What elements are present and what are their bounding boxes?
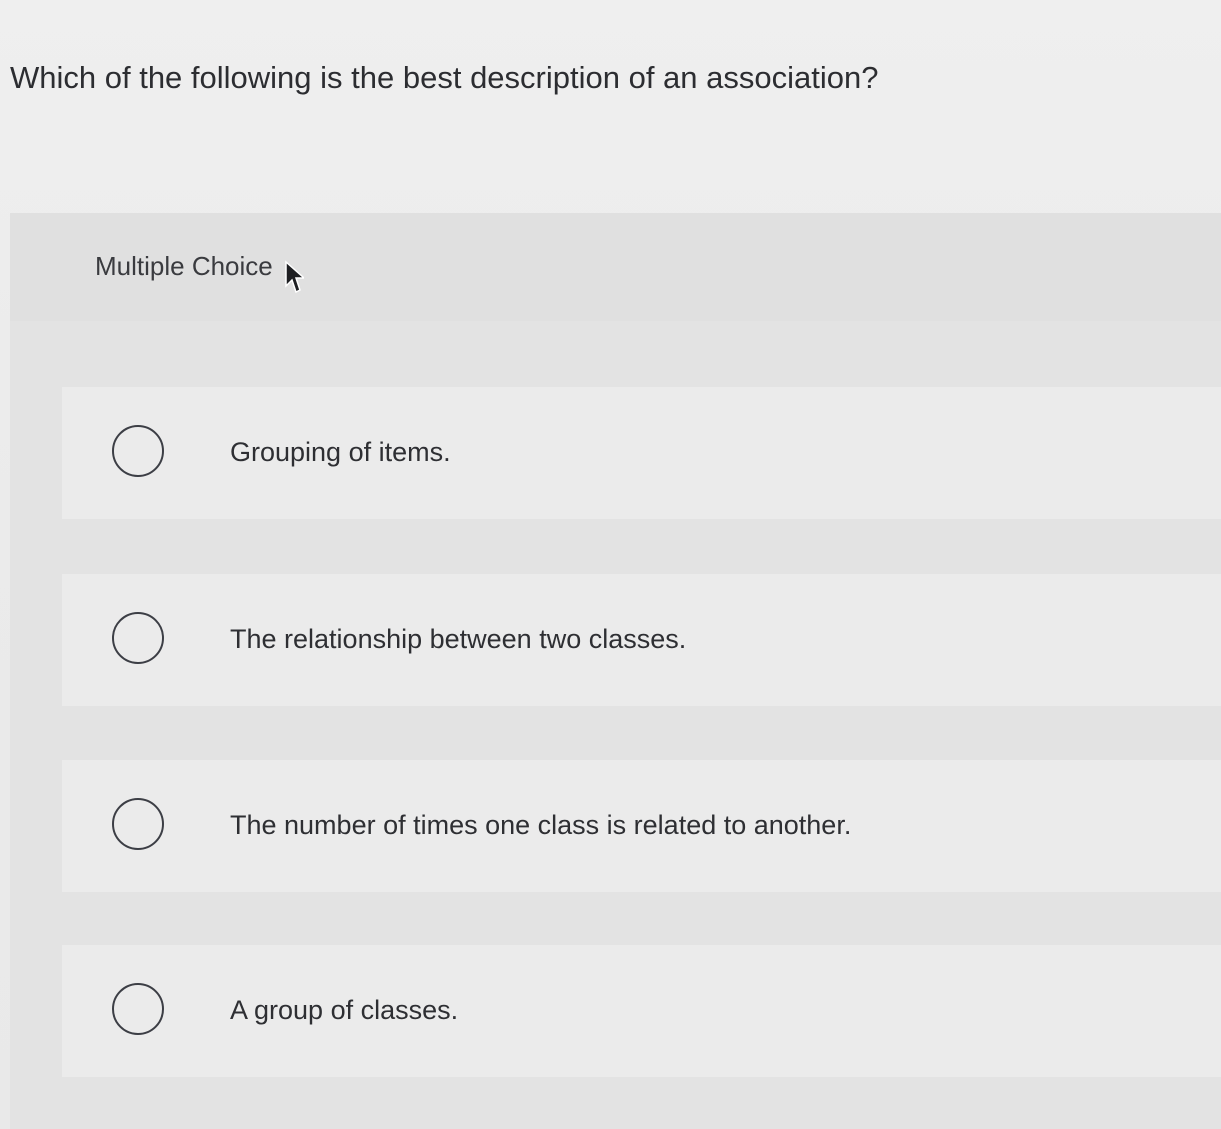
answer-option-4[interactable]: A group of classes.: [62, 945, 1221, 1077]
panel-header: Multiple Choice: [10, 213, 1221, 321]
multiple-choice-panel: Multiple Choice Grouping of items. The r…: [10, 213, 1221, 1129]
radio-button[interactable]: [112, 612, 164, 664]
answer-option-1[interactable]: Grouping of items.: [62, 387, 1221, 519]
answer-option-label: The relationship between two classes.: [230, 624, 687, 654]
multiple-choice-label: Multiple Choice: [95, 251, 273, 281]
radio-button[interactable]: [112, 983, 164, 1035]
answer-option-2[interactable]: The relationship between two classes.: [62, 574, 1221, 706]
question-text: Which of the following is the best descr…: [10, 60, 879, 95]
radio-button[interactable]: [112, 425, 164, 477]
answer-option-3[interactable]: The number of times one class is related…: [62, 760, 1221, 892]
answer-option-label: A group of classes.: [230, 995, 459, 1025]
radio-button[interactable]: [112, 798, 164, 850]
mouse-pointer-icon: [285, 260, 304, 294]
answer-option-label: The number of times one class is related…: [230, 810, 852, 840]
answer-option-label: Grouping of items.: [230, 437, 451, 467]
